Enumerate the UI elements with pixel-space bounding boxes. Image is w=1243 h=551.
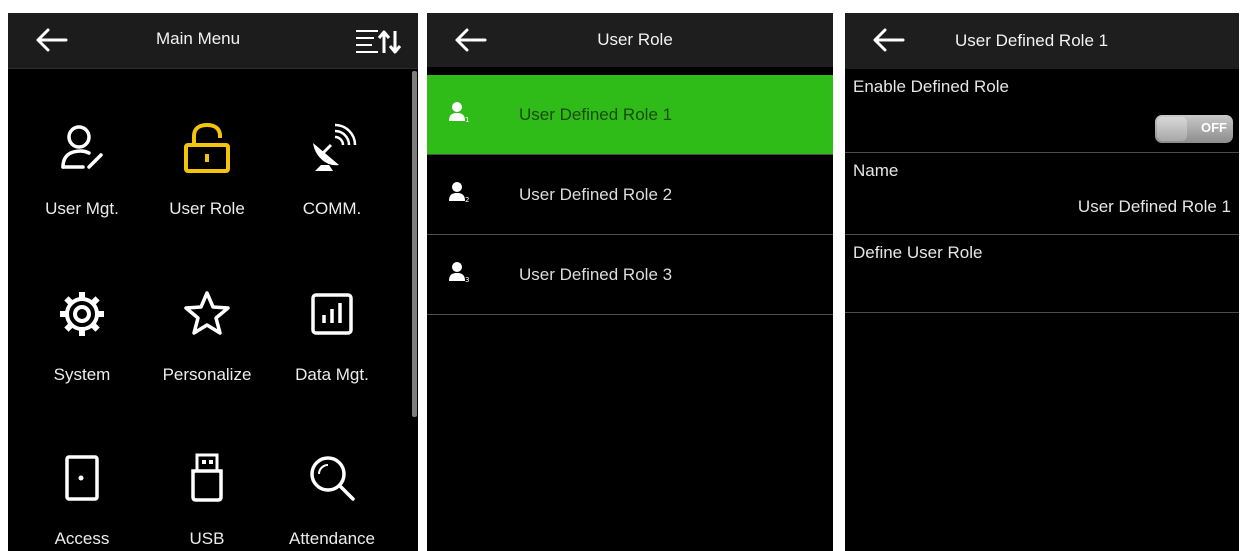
- menu-item-label: System: [53, 365, 111, 384]
- define-user-role-row[interactable]: Define User Role: [845, 241, 1239, 313]
- user-icon: 3: [449, 262, 469, 283]
- enable-role-row: Enable Defined Role OFF: [845, 75, 1239, 153]
- role-item-label: User Defined Role 1: [519, 105, 673, 124]
- scrollbar[interactable]: [412, 71, 417, 417]
- role-item-label: User Defined Role 3: [519, 265, 673, 284]
- menu-item-label: Attendance: [288, 529, 375, 548]
- enable-role-label: Enable Defined Role: [853, 77, 1009, 96]
- toggle-state-text: OFF: [1201, 120, 1227, 135]
- back-arrow-icon[interactable]: [871, 27, 907, 53]
- menu-item-label: Personalize: [162, 365, 252, 384]
- toggle-knob: [1157, 117, 1187, 141]
- name-row[interactable]: Name User Defined Role 1: [845, 159, 1239, 235]
- menu-item-usb[interactable]: USB: [148, 441, 266, 551]
- user-icon: 2: [449, 182, 469, 203]
- menu-item-label: COMM.: [302, 199, 362, 218]
- role-detail-panel: User Defined Role 1 Enable Defined Role …: [845, 13, 1239, 551]
- role-item-1[interactable]: 1 User Defined Role 1: [427, 75, 833, 155]
- menu-item-data-mgt[interactable]: Data Mgt.: [273, 277, 391, 395]
- user-role-panel: User Role 1 User Defined Role 1 2 User D…: [427, 13, 833, 551]
- user-icon: 1: [449, 102, 469, 123]
- role-item-label: User Defined Role 2: [519, 185, 673, 204]
- menu-item-user-role[interactable]: User Role: [148, 111, 266, 229]
- sort-icon[interactable]: [354, 27, 402, 55]
- search-icon: [310, 456, 355, 501]
- satellite-dish-icon: [313, 123, 357, 171]
- menu-item-access[interactable]: Access: [23, 441, 141, 551]
- main-menu-panel: Main Menu User Mgt. User Role COMM. Syst…: [8, 13, 418, 551]
- user-role-header: User Role: [427, 13, 833, 67]
- user-edit-icon: [61, 125, 103, 169]
- role-item-3[interactable]: 3 User Defined Role 3: [427, 235, 833, 315]
- define-user-role-label: Define User Role: [853, 243, 983, 262]
- gear-icon: [60, 292, 104, 336]
- menu-item-system[interactable]: System: [23, 277, 141, 395]
- menu-item-label: User Role: [169, 199, 245, 218]
- svg-text:1: 1: [465, 116, 469, 123]
- bar-chart-icon: [311, 293, 353, 335]
- page-title: Main Menu: [156, 29, 241, 48]
- usb-drive-icon: [191, 453, 223, 502]
- back-arrow-icon[interactable]: [34, 27, 70, 53]
- menu-item-user-mgt[interactable]: User Mgt.: [23, 111, 141, 229]
- padlock-icon: [184, 123, 230, 173]
- main-menu-header: Main Menu: [8, 13, 418, 69]
- svg-text:2: 2: [465, 196, 469, 203]
- enable-role-toggle[interactable]: OFF: [1155, 115, 1233, 143]
- menu-item-attendance[interactable]: Attendance: [273, 441, 391, 551]
- role-detail-header: User Defined Role 1: [845, 13, 1239, 69]
- name-label: Name: [853, 161, 899, 180]
- page-title: User Defined Role 1: [955, 31, 1109, 50]
- menu-item-label: Access: [54, 529, 110, 548]
- star-icon: [184, 291, 230, 335]
- menu-item-label: Data Mgt.: [295, 365, 369, 384]
- svg-text:3: 3: [465, 276, 469, 283]
- page-title: User Role: [597, 30, 673, 49]
- name-value: User Defined Role 1: [1077, 197, 1231, 216]
- menu-item-label: USB: [189, 529, 225, 548]
- door-icon: [65, 455, 99, 501]
- menu-item-comm[interactable]: COMM.: [273, 111, 391, 229]
- role-item-2[interactable]: 2 User Defined Role 2: [427, 155, 833, 235]
- menu-item-personalize[interactable]: Personalize: [148, 277, 266, 395]
- menu-item-label: User Mgt.: [45, 199, 119, 218]
